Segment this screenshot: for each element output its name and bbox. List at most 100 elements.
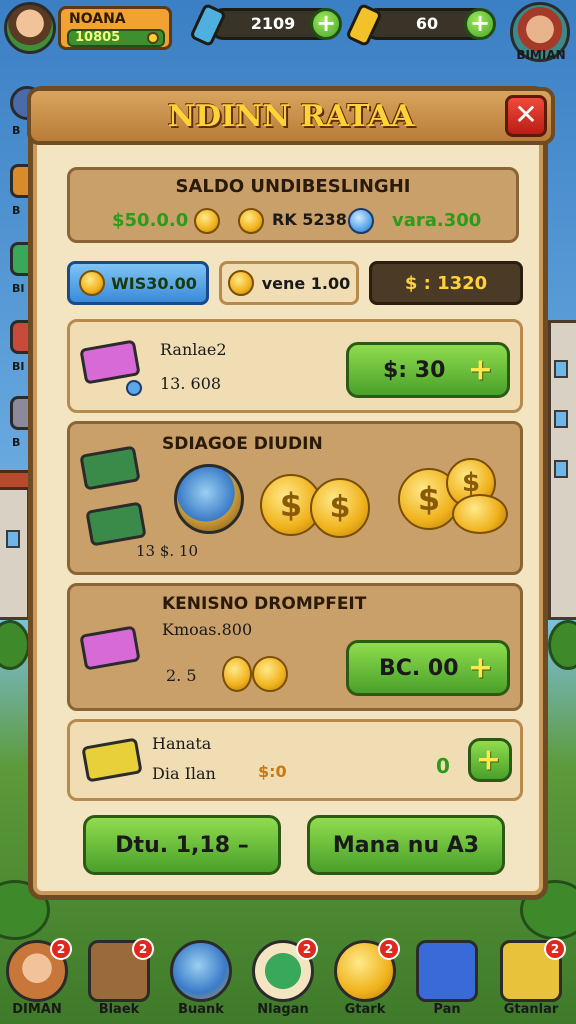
nav-label-5: Gtark xyxy=(344,1002,386,1017)
shop-item-3: KENISNO DROMPFEIT Kmoas.800 2. 5 BC. 00 … xyxy=(67,583,523,711)
item-4-subname: Dia Ilan xyxy=(152,764,216,783)
notification-badge: 2 xyxy=(132,938,154,960)
item-3-value: 2. 5 xyxy=(166,666,197,685)
item-3-buy-label: BC. 00 xyxy=(379,655,459,681)
add-gems-button[interactable]: + xyxy=(310,8,342,40)
gold-cash-icon xyxy=(81,737,143,783)
player-level-value: 10805 xyxy=(75,30,121,45)
item-4-count: 0 xyxy=(436,754,450,778)
tab-cash[interactable]: WIS30.00 xyxy=(67,261,209,305)
gold-coin-icon xyxy=(452,494,508,534)
nav-item-2[interactable]: 2 Blaek xyxy=(84,938,154,1024)
balance-amount-1: $50.0.0 xyxy=(112,210,189,231)
side-menu-label-3: BI xyxy=(12,282,25,295)
shop-item-2: SDIAGOE DIUDIN 13 $. 10 $ $ $ $ xyxy=(67,421,523,575)
plus-icon: + xyxy=(467,352,493,388)
nav-item-7[interactable]: 2 Gtanlar xyxy=(496,938,566,1024)
add-gold-button[interactable]: + xyxy=(464,8,496,40)
balance-amount-2: RK 5238 xyxy=(272,210,347,229)
item-1-buy-button[interactable]: $: 30 + xyxy=(346,342,510,398)
side-menu-label-5: B xyxy=(12,436,21,449)
item-2-title: SDIAGOE DIUDIN xyxy=(162,434,323,454)
gold-coin-icon xyxy=(222,656,252,692)
player-panel[interactable]: NOANA 10805 xyxy=(58,6,172,50)
player-avatar[interactable] xyxy=(4,2,56,54)
left-building-window xyxy=(6,530,20,548)
player-name: NOANA xyxy=(69,11,126,27)
gold-value: 60 xyxy=(415,14,439,33)
gem-card-icon xyxy=(189,2,227,48)
right-building-window xyxy=(554,410,568,428)
balance-section: SALDO UNDIBESLINGHI $50.0.0 RK 5238 vara… xyxy=(67,167,519,243)
item-1-buy-label: $: 30 xyxy=(383,357,446,383)
item-4-name: Hanata xyxy=(152,734,212,753)
green-cash-icon xyxy=(79,445,141,491)
balance-title: SALDO UNDIBESLINGHI xyxy=(175,176,411,197)
right-building-window xyxy=(554,460,568,478)
globe-icon xyxy=(170,940,232,1002)
shop-item-1: Ranlae2 13. 608 $: 30 + xyxy=(67,319,523,413)
nav-label-1: DIMAN xyxy=(12,1002,62,1017)
footer-left-label: Dtu. 1,18 – xyxy=(115,832,249,858)
top-hud: NOANA 10805 2109 + 60 + BIMIAN xyxy=(0,0,576,62)
gold-coin-icon: $ xyxy=(310,478,370,538)
player-level-bar: 10805 xyxy=(67,29,165,47)
tab-coins[interactable]: vene 1.00 xyxy=(219,261,359,305)
bush xyxy=(548,620,576,670)
gold-coin-icon xyxy=(252,656,288,692)
side-menu-label-4: BI xyxy=(12,360,25,373)
nav-item-5[interactable]: 2 Gtark xyxy=(330,938,400,1024)
side-menu-label-1: B xyxy=(12,124,21,137)
tab-gold-label: $ : 1320 xyxy=(404,272,488,294)
nav-label-2: Blaek xyxy=(98,1002,140,1017)
shop-dialog: NDINN RATAA ✕ SALDO UNDIBESLINGHI $50.0.… xyxy=(27,86,555,900)
dialog-header: NDINN RATAA ✕ xyxy=(27,87,555,145)
dialog-title: NDINN RATAA xyxy=(167,99,415,134)
left-building xyxy=(0,480,30,620)
coin-icon xyxy=(194,208,220,234)
tab-gold[interactable]: $ : 1320 xyxy=(369,261,523,305)
level-coin-icon xyxy=(147,32,159,44)
gem-coin-icon xyxy=(348,208,374,234)
nav-label-6: Pan xyxy=(433,1002,461,1017)
gems-value: 2109 xyxy=(250,14,296,33)
item-1-value: 13. 608 xyxy=(160,374,222,393)
nav-item-6[interactable]: Pan xyxy=(412,940,482,1024)
shop-item-4: Hanata Dia Ilan $:0 0 + xyxy=(67,719,523,801)
notification-badge: 2 xyxy=(50,938,72,960)
globe-token-icon xyxy=(174,464,244,534)
coin-icon xyxy=(238,208,264,234)
footer-left-button[interactable]: Dtu. 1,18 – xyxy=(83,815,281,875)
item-2-value: 13 $. 10 xyxy=(136,542,199,560)
notification-badge: 2 xyxy=(544,938,566,960)
close-button[interactable]: ✕ xyxy=(505,95,547,137)
nav-item-3[interactable]: Buank xyxy=(166,940,236,1024)
map-icon xyxy=(416,940,478,1002)
item-4-coin-label: $:0 xyxy=(258,762,287,781)
green-cash-icon xyxy=(85,501,147,547)
nav-label-3: Buank xyxy=(178,1002,224,1017)
notification-badge: 2 xyxy=(378,938,400,960)
right-building-window xyxy=(554,360,568,378)
balance-amount-3: vara.300 xyxy=(392,210,482,231)
footer-right-button[interactable]: Mana nu A3 xyxy=(307,815,505,875)
footer-right-label: Mana nu A3 xyxy=(332,832,480,858)
tab-coins-label: vene 1.00 xyxy=(261,273,351,293)
item-3-title: KENISNO DROMPFEIT xyxy=(162,594,367,614)
nav-label-4: Nlagan xyxy=(257,1002,309,1017)
tab-cash-label: WIS30.00 xyxy=(111,273,197,293)
plus-icon: + xyxy=(467,650,493,686)
coin-icon xyxy=(227,270,254,296)
side-menu-label-2: B xyxy=(12,204,21,217)
item-3-buy-button[interactable]: BC. 00 + xyxy=(346,640,510,696)
pink-cash-icon xyxy=(79,625,141,671)
nav-item-1[interactable]: 2 DIMAN xyxy=(2,938,72,1024)
gold-bar-icon xyxy=(345,2,383,48)
item-4-add-button[interactable]: + xyxy=(468,738,512,782)
coin-icon xyxy=(79,270,106,296)
item-3-subtitle: Kmoas.800 xyxy=(162,620,253,639)
notification-badge: 2 xyxy=(296,938,318,960)
friend-avatar-label: BIMIAN xyxy=(516,48,566,62)
nav-item-4[interactable]: 2 Nlagan xyxy=(248,938,318,1024)
pink-cash-icon xyxy=(79,339,141,385)
